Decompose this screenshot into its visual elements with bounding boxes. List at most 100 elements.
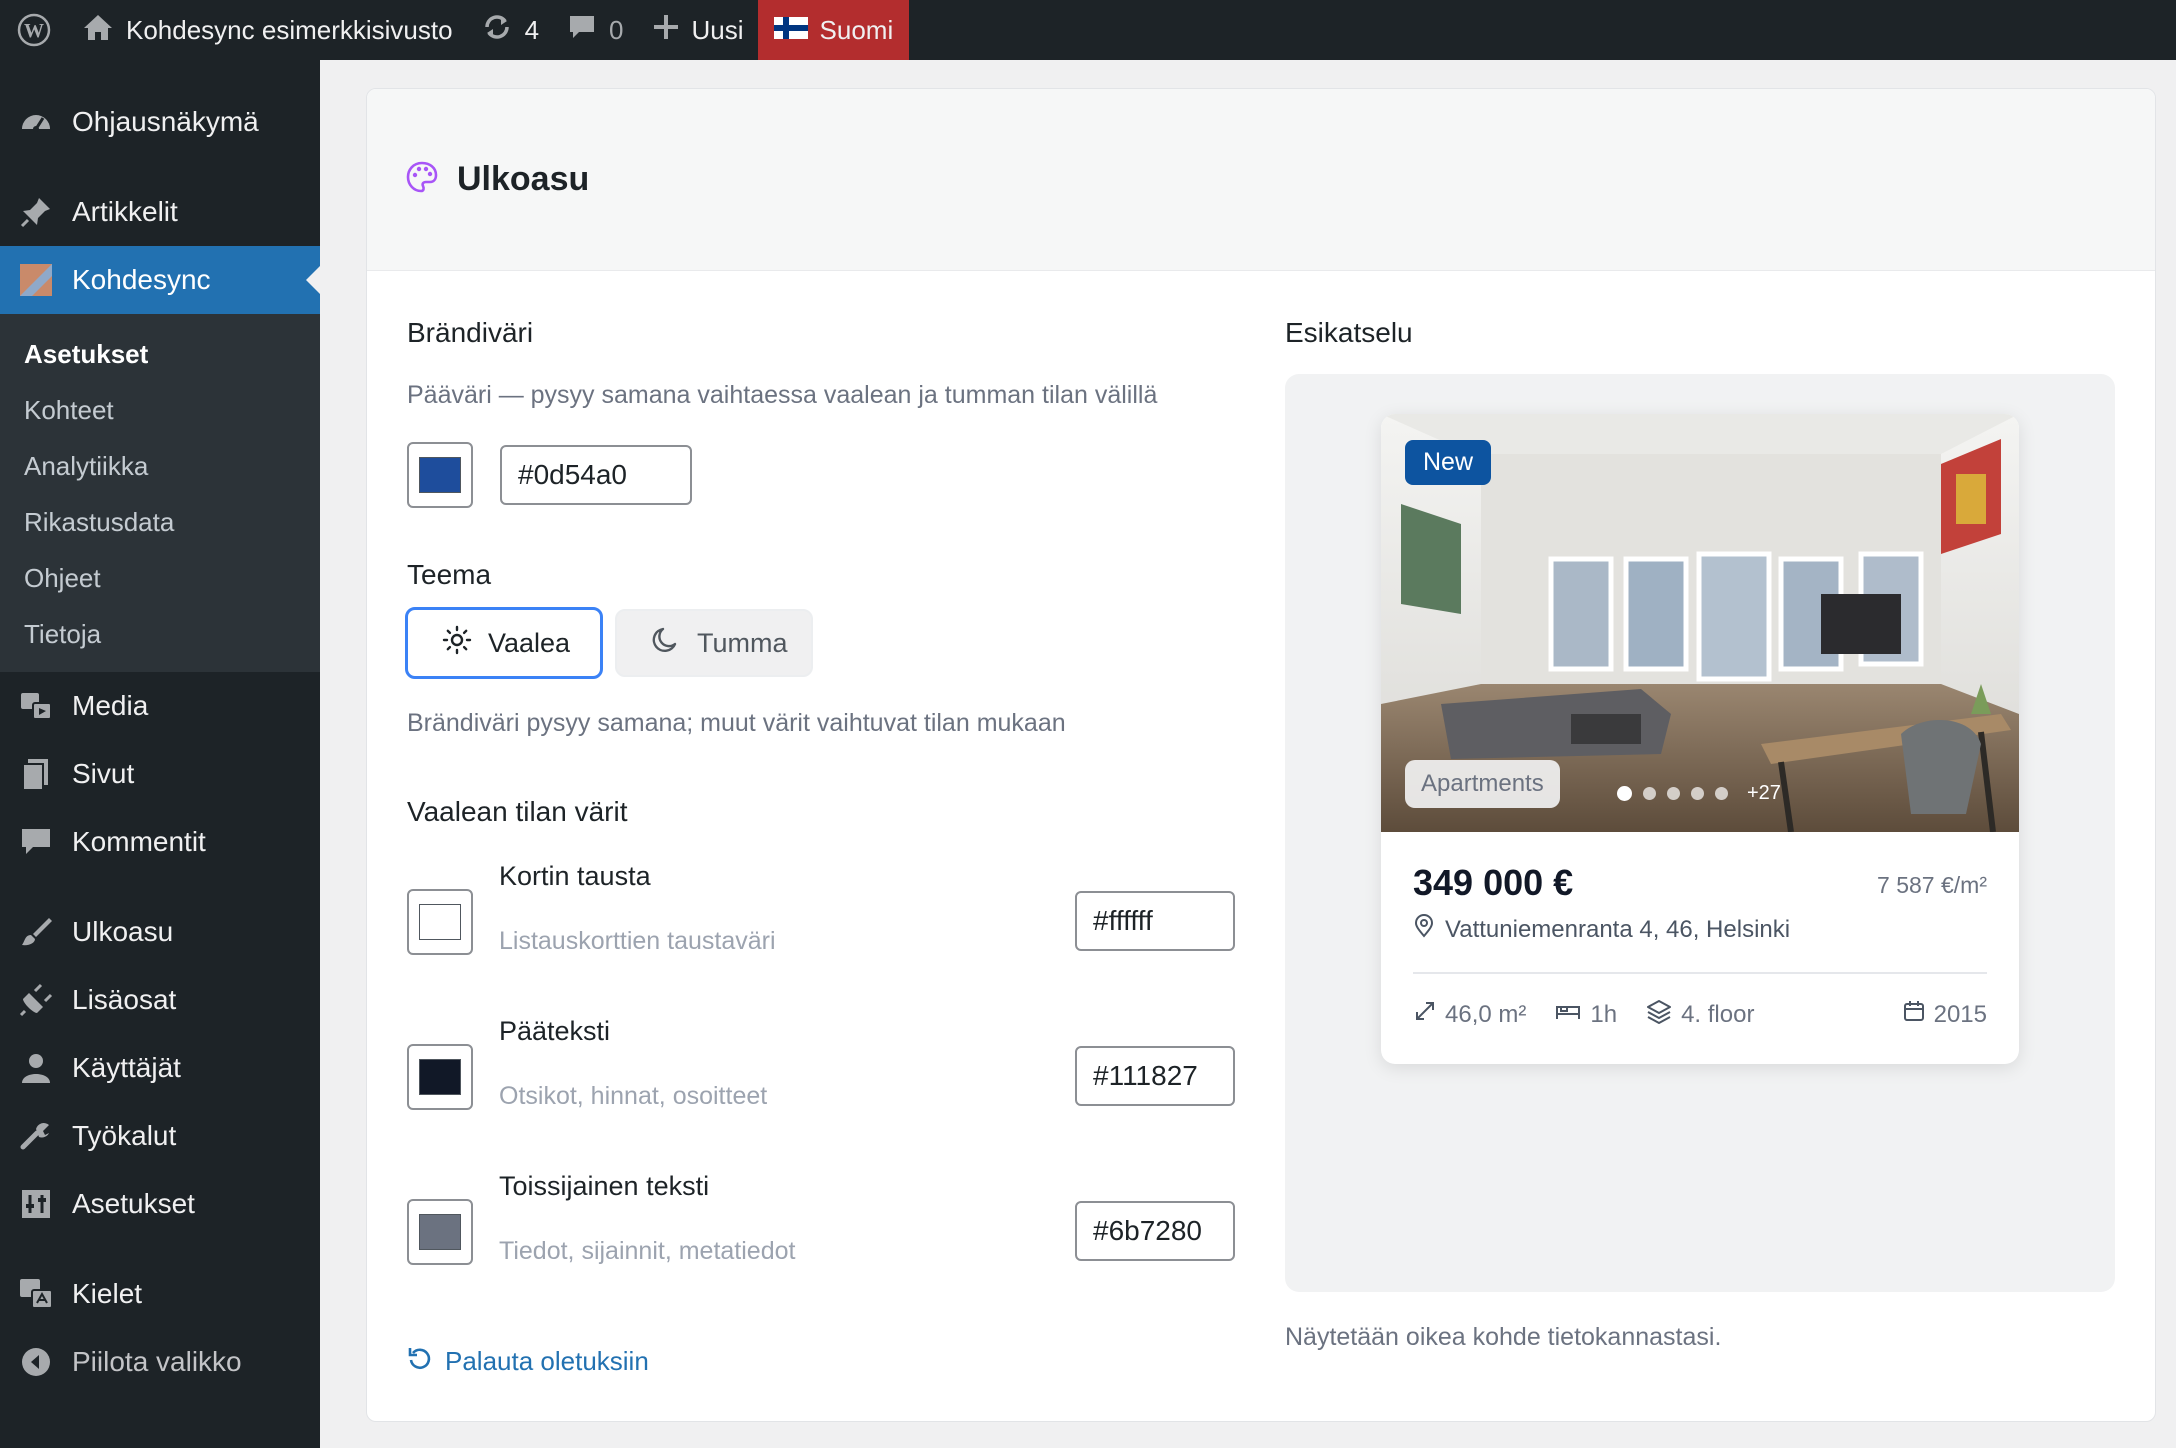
admin-sidebar: Ohjausnäkymä Artikkelit Kohdesync Asetuk… [0, 60, 320, 1448]
expand-arrows-icon [1413, 999, 1437, 1030]
pagination-dot[interactable] [1691, 787, 1704, 800]
collapse-icon [18, 1344, 54, 1380]
menu-pages[interactable]: Sivut [0, 740, 320, 808]
theme-dark-label: Tumma [697, 627, 788, 658]
menu-settings[interactable]: Asetukset [0, 1170, 320, 1238]
menu-kohdesync[interactable]: Kohdesync [0, 246, 320, 314]
price-per-sqm: 7 587 €/m² [1877, 872, 1987, 898]
preview-heading: Esikatselu [1285, 317, 1413, 348]
layers-icon [1645, 998, 1673, 1031]
secondary-text-input[interactable]: #6b7280 [1075, 1201, 1235, 1261]
primary-text-input[interactable]: #111827 [1075, 1046, 1235, 1106]
updates-count: 4 [524, 14, 540, 45]
submenu-kohteet[interactable]: Kohteet [0, 382, 320, 438]
address-text: Vattuniemenranta 4, 46, Helsinki [1445, 915, 1791, 943]
wordpress-logo-icon[interactable]: W [0, 0, 68, 60]
secondary-text-swatch[interactable] [407, 1199, 473, 1265]
brand-color-help: Pääväri — pysyy samana vaihtaessa vaalea… [407, 381, 1158, 409]
menu-languages[interactable]: Kielet [0, 1260, 320, 1328]
light-colors-heading: Vaalean tilan värit [407, 796, 628, 827]
dashboard-icon [18, 104, 54, 140]
theme-help: Brändiväri pysyy samana; muut värit vaih… [407, 709, 1066, 737]
kohdesync-submenu: Asetukset Kohteet Analytiikka Rikastusda… [0, 314, 320, 672]
wrench-icon [18, 1118, 54, 1154]
submenu-analytiikka[interactable]: Analytiikka [0, 438, 320, 494]
menu-tools[interactable]: Työkalut [0, 1102, 320, 1170]
comments-link[interactable]: 0 [553, 0, 637, 60]
pagination-dot[interactable] [1667, 787, 1680, 800]
brand-color-swatch[interactable] [407, 442, 473, 508]
submenu-ohjeet[interactable]: Ohjeet [0, 550, 320, 606]
card-background-title: Kortin tausta [499, 861, 651, 891]
listing-price: 349 000 € [1413, 862, 1574, 903]
language-switcher[interactable]: Suomi [757, 0, 910, 60]
plus-icon [652, 13, 680, 48]
submenu-asetukset[interactable]: Asetukset [0, 326, 320, 382]
plugin-logo-icon [18, 262, 54, 298]
listing-card[interactable]: New Apartments +27 349 000 € 7 587 €/m² … [1381, 414, 2019, 1064]
svg-text:W: W [24, 20, 44, 42]
preview-note: Näytetään oikea kohde tietokannastasi. [1285, 1323, 1722, 1351]
listing-address: Vattuniemenranta 4, 46, Helsinki [1413, 914, 1790, 945]
year-fact: 2015 [1902, 999, 1987, 1030]
menu-plugins[interactable]: Lisäosat [0, 966, 320, 1034]
menu-appearance[interactable]: Ulkoasu [0, 898, 320, 966]
pages-icon [18, 756, 54, 792]
card-background-input[interactable]: #ffffff [1075, 891, 1235, 951]
card-background-desc: Listauskorttien taustaväri [499, 927, 776, 955]
site-name-link[interactable]: Kohdesync esimerkkisivusto [68, 0, 467, 60]
new-content-link[interactable]: Uusi [638, 0, 758, 60]
language-label: Suomi [819, 14, 894, 45]
calendar-icon [1902, 999, 1926, 1030]
card-background-swatch[interactable] [407, 889, 473, 955]
preview-area: New Apartments +27 349 000 € 7 587 €/m² … [1285, 374, 2115, 1292]
page-title: Ulkoasu [457, 160, 590, 198]
updates-link[interactable]: 4 [467, 0, 553, 60]
admin-bar: W Kohdesync esimerkkisivusto 4 0 Uusi Su… [0, 0, 2176, 60]
submenu-tietoja[interactable]: Tietoja [0, 606, 320, 662]
user-icon [18, 1050, 54, 1086]
settings-icon [18, 1186, 54, 1222]
floor-fact: 4. floor [1645, 998, 1754, 1031]
reset-defaults-link[interactable]: Palauta oletuksiin [407, 1345, 649, 1378]
rooms-fact: 1h [1554, 999, 1617, 1030]
comments-count: 0 [609, 14, 624, 45]
menu-users[interactable]: Käyttäjät [0, 1034, 320, 1102]
menu-posts[interactable]: Artikkelit [0, 178, 320, 246]
photo-pagination[interactable]: +27 [1617, 782, 1781, 805]
more-photos-count: +27 [1747, 782, 1781, 804]
pagination-dot[interactable] [1715, 787, 1728, 800]
media-icon [18, 688, 54, 724]
brand-color-input[interactable]: #0d54a0 [500, 445, 692, 505]
primary-text-title: Pääteksti [499, 1016, 611, 1046]
translate-icon [18, 1276, 54, 1312]
submenu-rikastusdata[interactable]: Rikastusdata [0, 494, 320, 550]
listing-photo[interactable]: New Apartments +27 [1381, 414, 2019, 832]
pagination-dot[interactable] [1643, 787, 1656, 800]
new-label: Uusi [691, 14, 744, 45]
sun-icon [442, 625, 472, 662]
listing-divider [1413, 972, 1987, 974]
location-pin-icon [1413, 914, 1435, 945]
pagination-dot[interactable] [1617, 786, 1632, 801]
pin-icon [18, 194, 54, 230]
menu-comments[interactable]: Kommentit [0, 808, 320, 876]
palette-icon [405, 160, 439, 199]
new-badge: New [1405, 440, 1492, 485]
reset-defaults-label: Palauta oletuksiin [445, 1346, 649, 1376]
menu-media[interactable]: Media [0, 672, 320, 740]
plug-icon [18, 982, 54, 1018]
theme-heading: Teema [407, 559, 492, 590]
theme-light-button[interactable]: Vaalea [405, 607, 603, 679]
brand-color-heading: Brändiväri [407, 317, 534, 348]
secondary-text-title: Toissijainen teksti [499, 1171, 710, 1201]
theme-dark-button[interactable]: Tumma [615, 609, 813, 677]
area-fact: 46,0 m² [1413, 999, 1526, 1030]
menu-dashboard[interactable]: Ohjausnäkymä [0, 88, 320, 156]
secondary-text-desc: Tiedot, sijainnit, metatiedot [499, 1237, 796, 1265]
bed-icon [1554, 999, 1582, 1030]
undo-icon [407, 1345, 433, 1378]
comment-bubble-icon [567, 12, 597, 49]
primary-text-swatch[interactable] [407, 1044, 473, 1110]
menu-collapse[interactable]: Piilota valikko [0, 1328, 320, 1396]
